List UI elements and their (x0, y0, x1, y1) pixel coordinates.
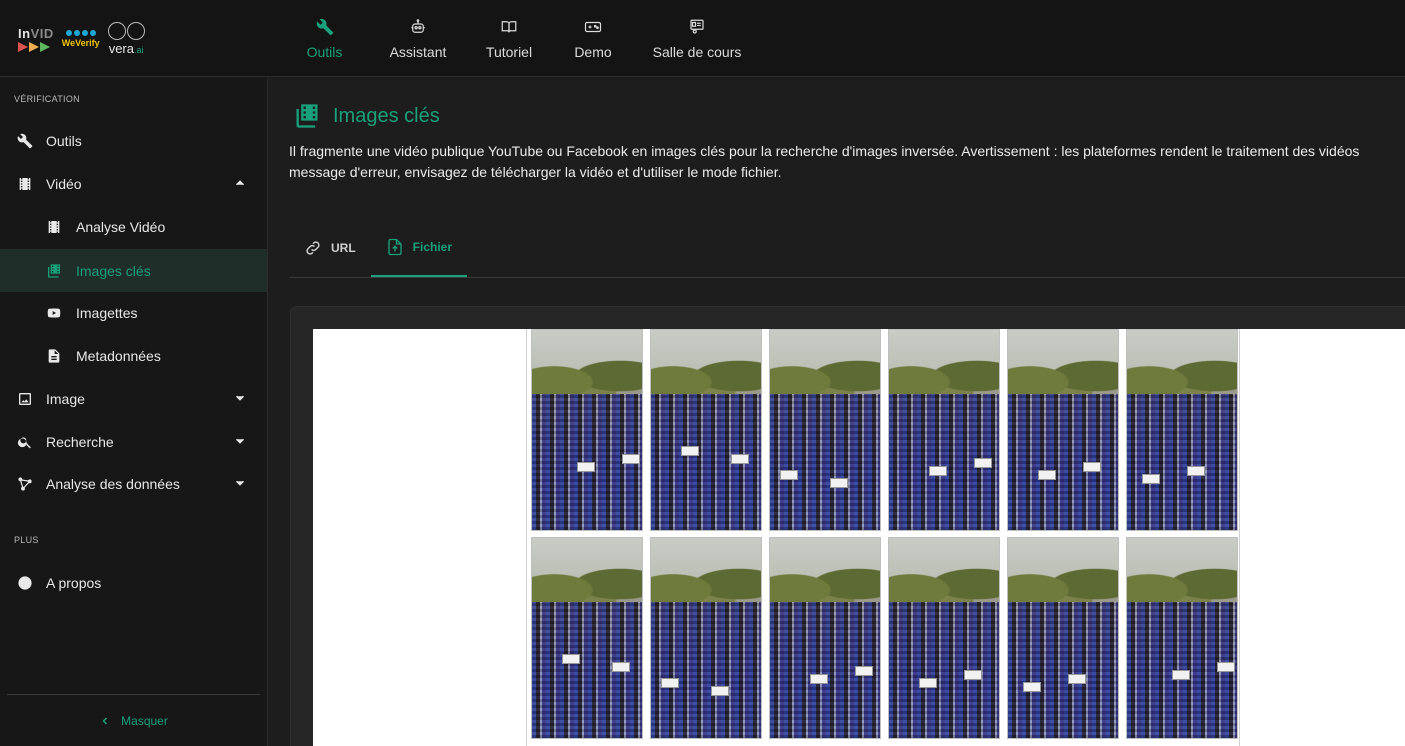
topnav-outils-label: Outils (306, 43, 343, 60)
weverify-logo[interactable]: WeVerify (62, 30, 100, 48)
keyframe-thumbnail[interactable] (1126, 329, 1238, 531)
invid-logo-text-a: In (18, 25, 31, 41)
topnav-assistant-label: Assistant (389, 43, 447, 60)
file-upload-icon (387, 238, 402, 255)
invid-logo-text-b: VID (30, 25, 54, 41)
classroom-icon (690, 19, 704, 34)
topnav-demo[interactable]: Demo (569, 0, 617, 77)
sidebar-item-label: Imagettes (76, 304, 138, 321)
keyframe-thumbnail[interactable] (1007, 537, 1119, 739)
page-description: Il fragmente une vidéo publique YouTube … (289, 141, 1405, 183)
description-line-2: message d'erreur, envisagez de télécharg… (289, 164, 782, 180)
sidebar-item-metadonnees[interactable]: Metadonnées (0, 334, 267, 377)
vera-logo-sub: .ai (133, 45, 144, 55)
gamepad-icon (584, 21, 602, 32)
tab-fichier-label: Fichier (412, 239, 453, 254)
keyframes-result-card (290, 306, 1405, 746)
sidebar-item-images-cles[interactable]: Images clés (0, 249, 267, 292)
link-icon (306, 240, 320, 255)
info-icon (16, 574, 34, 592)
sidebar-item-a-propos[interactable]: A propos (0, 561, 267, 604)
keyframes-grid (526, 329, 1240, 746)
keyframes-result-area (313, 329, 1405, 746)
keyframe-thumbnail[interactable] (531, 329, 643, 531)
sidebar-item-label: Image (46, 390, 85, 407)
keyframe-thumbnail[interactable] (531, 537, 643, 739)
graph-icon (16, 475, 34, 493)
tab-url-label: URL (331, 240, 356, 255)
film-icon (45, 218, 63, 236)
collapse-label: Masquer (121, 713, 168, 728)
keyframe-thumbnail[interactable] (650, 329, 762, 531)
sidebar-item-imagettes[interactable]: Imagettes (0, 291, 267, 334)
topnav-outils[interactable]: Outils (296, 0, 353, 77)
film-icon (16, 175, 34, 193)
sidebar-item-label: Recherche (46, 433, 114, 450)
invid-logo[interactable]: InVID (18, 27, 54, 52)
keyframe-thumbnail[interactable] (769, 537, 881, 739)
sidebar-item-analyse-video[interactable]: Analyse Vidéo (0, 205, 267, 248)
wrench-icon (16, 132, 34, 150)
sidebar-item-image[interactable]: Image (0, 377, 267, 420)
search-icon (16, 433, 34, 451)
sidebar-item-label: Images clés (76, 262, 151, 279)
invid-logo-triangles (18, 41, 54, 52)
wrench-icon (316, 18, 333, 35)
sidebar-item-label: A propos (46, 574, 102, 591)
sidebar-item-label: Metadonnées (76, 347, 161, 364)
top-bar: InVID WeVerify vera.ai Outils Assistant … (0, 0, 1405, 77)
topnav-tutoriel-label: Tutoriel (485, 43, 533, 60)
keyframes-icon (45, 262, 63, 280)
vera-logo[interactable]: vera.ai (107, 22, 145, 56)
keyframe-thumbnail[interactable] (650, 537, 762, 739)
topnav-demo-label: Demo (574, 43, 612, 60)
topnav-salle-de-cours[interactable]: Salle de cours (647, 0, 747, 77)
sidebar-item-label: Vidéo (46, 175, 82, 192)
keyframe-thumbnail[interactable] (888, 537, 1000, 739)
document-icon (45, 347, 63, 365)
description-line-1: Il fragmente une vidéo publique YouTube … (289, 143, 1360, 159)
page-title: Images clés (333, 104, 440, 127)
book-icon (501, 20, 517, 32)
section-label-verification: VÉRIFICATION (14, 94, 80, 104)
image-icon (16, 390, 34, 408)
keyframe-thumbnail[interactable] (769, 329, 881, 531)
chevron-down-icon (235, 395, 245, 401)
logos: InVID WeVerify vera.ai (18, 18, 145, 60)
sidebar-item-label: Analyse Vidéo (76, 218, 166, 235)
keyframe-thumbnail[interactable] (1007, 329, 1119, 531)
sidebar-item-video[interactable]: Vidéo (0, 162, 267, 205)
sidebar-item-outils[interactable]: Outils (0, 119, 267, 162)
section-label-plus: PLUS (14, 535, 39, 545)
chevron-down-icon (235, 438, 245, 444)
chevron-left-icon (102, 716, 108, 725)
tab-url[interactable]: URL (289, 218, 371, 277)
main-content: Images clés Il fragmente une vidéo publi… (269, 78, 1405, 746)
topnav-salle-de-cours-label: Salle de cours (652, 43, 742, 60)
weverify-logo-text: WeVerify (61, 38, 100, 48)
collapse-sidebar-button[interactable]: Masquer (7, 694, 260, 746)
sidebar-item-analyse-donnees[interactable]: Analyse des données (0, 462, 267, 505)
tab-fichier[interactable]: Fichier (370, 218, 468, 277)
topnav-tutoriel[interactable]: Tutoriel (481, 0, 537, 77)
sidebar-item-label: Outils (46, 132, 82, 149)
keyframe-thumbnail[interactable] (1126, 537, 1238, 739)
sidebar-item-recherche[interactable]: Recherche (0, 420, 267, 463)
youtube-icon (45, 304, 63, 322)
input-mode-tabs: URL Fichier (289, 218, 1405, 278)
top-navigation: Outils Assistant Tutoriel Demo Salle de … (296, 0, 747, 77)
keyframe-thumbnail[interactable] (888, 329, 1000, 531)
topnav-assistant[interactable]: Assistant (380, 0, 456, 77)
robot-icon (411, 18, 425, 33)
vera-logo-text: vera (108, 41, 134, 56)
page-header: Images clés (293, 102, 440, 130)
keyframes-icon (296, 104, 318, 128)
sidebar: VÉRIFICATION Outils Vidéo Analyse Vidéo … (0, 78, 268, 746)
chevron-up-icon (235, 180, 245, 186)
chevron-down-icon (235, 480, 245, 486)
sidebar-item-label: Analyse des données (46, 475, 180, 492)
